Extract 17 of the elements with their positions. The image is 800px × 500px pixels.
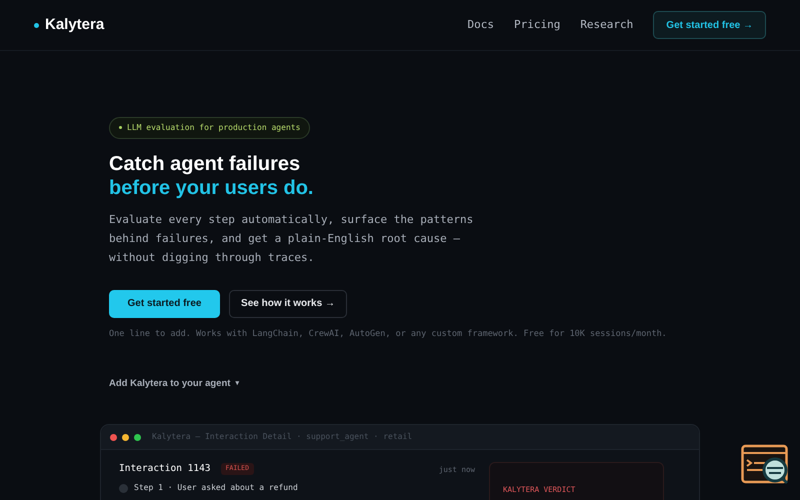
terminal-search-icon[interactable]	[741, 444, 791, 486]
interaction-title: Interaction 1143	[119, 462, 211, 476]
get-started-button[interactable]: Get started free	[109, 290, 220, 318]
nav-link[interactable]: Pricing	[514, 16, 560, 34]
nav-link[interactable]: Docs	[467, 16, 494, 34]
see-how-it-works-button[interactable]: See how it works →	[229, 290, 347, 318]
lead-text: Evaluate every step automatically, surface the patterns behind failures, and get a plain-English root cause — without digging through traces.	[109, 212, 474, 266]
headline-accent: before your users do.	[109, 176, 314, 200]
nav-link[interactable]: Research	[580, 16, 634, 34]
get-started-button[interactable]: Get started free →	[653, 11, 766, 39]
step-icon	[119, 484, 128, 493]
step-text: Step 1 · User asked about a refund	[134, 482, 298, 494]
badge: LLM evaluation for production agents	[109, 116, 310, 138]
headline: Catch agent failures	[109, 152, 302, 176]
note-text: One line to add. Works with LangChain, CrewAI, AutoGen, or any custom framework. Free for 10K sessions/month.	[109, 328, 668, 340]
window-title: Kalytera — Interaction Detail · support_agent · retail	[152, 431, 412, 443]
logo[interactable]: Kalytera	[45, 14, 104, 36]
